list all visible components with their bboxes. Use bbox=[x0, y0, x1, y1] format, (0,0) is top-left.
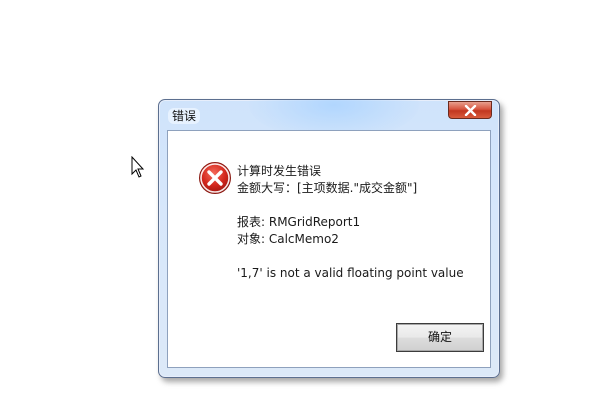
dialog-content: 计算时发生错误 金额大写：[主项数据."成交金额"] 报表: RMGridRep… bbox=[167, 130, 491, 368]
message-line-3: 报表: RMGridReport1 bbox=[237, 215, 361, 229]
message-line-1: 计算时发生错误 bbox=[237, 164, 322, 178]
message-line-4: 对象: CalcMemo2 bbox=[237, 232, 339, 246]
ok-button[interactable]: 确定 bbox=[396, 323, 484, 352]
error-icon bbox=[199, 162, 231, 194]
title-bar[interactable]: 错误 bbox=[159, 100, 499, 129]
desktop: 错误 计算时发生错误 金额大写：[主项数据."成交金额"] 报表: RMGrid… bbox=[0, 0, 597, 420]
message-line-5: '1,7' is not a valid floating point valu… bbox=[237, 266, 464, 280]
error-message: 计算时发生错误 金额大写：[主项数据."成交金额"] 报表: RMGridRep… bbox=[237, 163, 464, 282]
message-line-2: 金额大写：[主项数据."成交金额"] bbox=[237, 181, 418, 195]
close-button[interactable] bbox=[448, 101, 492, 119]
close-icon bbox=[464, 105, 477, 116]
error-dialog: 错误 计算时发生错误 金额大写：[主项数据."成交金额"] 报表: RMGrid… bbox=[158, 99, 500, 378]
mouse-pointer-icon bbox=[131, 156, 145, 178]
dialog-title: 错误 bbox=[168, 108, 201, 124]
